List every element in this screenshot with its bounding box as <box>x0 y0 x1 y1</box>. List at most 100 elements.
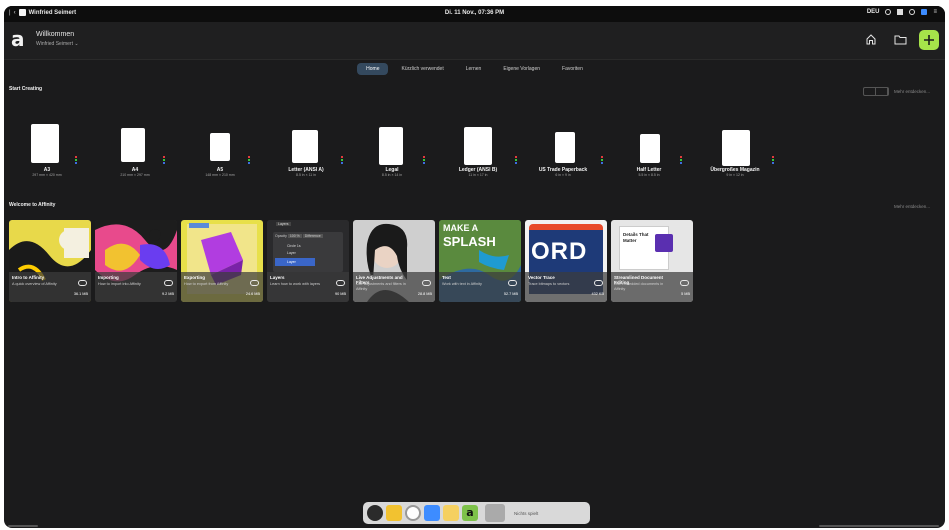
template-list: A3 297 mm × 420 mm A4 210 mm × 297 mm A5… <box>4 118 945 188</box>
tutorial-title: Exporting <box>184 275 205 280</box>
open-folder-button[interactable] <box>893 32 907 46</box>
color-dots <box>248 156 250 165</box>
blend-mode: Difference <box>302 234 323 238</box>
jersey-lettering: ORD <box>531 238 588 265</box>
affinity-logo: a <box>11 27 25 51</box>
template-size: 210 mm × 297 mm <box>120 173 150 177</box>
tab-home[interactable]: Home <box>357 62 389 75</box>
more-templates-link[interactable]: Mehr entdecken... <box>894 89 930 94</box>
opacity-value: 100 % <box>287 234 302 238</box>
document-image <box>655 234 673 252</box>
dock: a Nichts spielt <box>363 502 590 524</box>
template-size: 9 in × 12 in <box>726 173 744 177</box>
now-playing-label[interactable]: Nichts spielt <box>514 511 538 516</box>
template-card-letter[interactable]: Letter (ANSI A) 8.5 in × 11 in <box>263 118 349 188</box>
paper-thumbnail <box>31 124 59 163</box>
template-card-half-letter[interactable]: Half Letter 5.5 in × 8.5 in <box>606 118 692 188</box>
clock-icon[interactable] <box>405 505 421 521</box>
tab-favorites[interactable]: Favoriten <box>553 63 592 75</box>
app-window: | ‹ Winfried Seimert Di. 11 Nov., 07:36 … <box>4 6 945 528</box>
plus-icon <box>924 35 934 45</box>
tutorial-size: 9.2 MB <box>161 292 174 296</box>
tutorial-size: 28.8 MB <box>417 292 432 296</box>
more-tutorials-link[interactable]: Mehr entdecken... <box>894 204 930 209</box>
cloud-download-icon[interactable] <box>250 280 259 286</box>
tutorial-card-intro[interactable]: Intro to Affinity A quick overview of Af… <box>9 220 91 302</box>
template-card-us-trade-paperback[interactable]: US Trade Paperback 6 in × 9 in <box>520 118 606 188</box>
list-view-icon[interactable] <box>876 88 888 95</box>
color-dots <box>75 156 77 165</box>
tutorial-card-vector-trace[interactable]: ORD Vector Trace Trace bitmaps to vector… <box>525 220 607 302</box>
template-card-oversized-magazine[interactable]: Übergroßes Magazin 9 in × 12 in <box>692 118 778 188</box>
template-card-a5[interactable]: A5 148 mm × 210 mm <box>177 118 263 188</box>
tutorial-card-importing[interactable]: Importing How to import into Affinity 9.… <box>95 220 177 302</box>
template-card-ledger[interactable]: Ledger (ANSI B) 11 in × 17 in <box>435 118 521 188</box>
cloud-download-icon[interactable] <box>594 280 603 286</box>
grid-view-icon[interactable] <box>864 88 876 95</box>
paper-thumbnail <box>640 134 660 163</box>
color-dots <box>341 156 343 165</box>
template-size: 5.5 in × 8.5 in <box>638 173 660 177</box>
paper-thumbnail <box>292 130 318 163</box>
home-button[interactable] <box>864 32 878 46</box>
tutorial-size: 52.7 MB <box>503 292 518 296</box>
color-dots <box>423 156 425 165</box>
folder-icon <box>894 35 906 44</box>
template-size: 11 in × 17 in <box>468 173 488 177</box>
affinity-dock-icon[interactable]: a <box>462 505 478 521</box>
cloud-download-icon[interactable] <box>508 280 517 286</box>
splash-line-1: MAKE A <box>443 223 479 233</box>
tutorial-card-exporting[interactable]: Exporting How to export from Affinity 24… <box>181 220 263 302</box>
cloud-download-icon[interactable] <box>78 280 87 286</box>
tutorial-card-layers[interactable]: Layers Opacity 100 % Difference Circle 1… <box>267 220 349 302</box>
paper-thumbnail <box>210 133 230 161</box>
layers-panel-tag: Layers <box>276 222 291 226</box>
finder-icon[interactable] <box>424 505 440 521</box>
view-mode-toggle[interactable] <box>863 87 889 96</box>
tutorial-description: Work with text in Affinity <box>442 282 482 286</box>
language-indicator[interactable]: DEU <box>867 9 880 15</box>
tab-learn[interactable]: Lernen <box>457 63 491 75</box>
gallery-icon[interactable] <box>443 505 459 521</box>
template-card-a4[interactable]: A4 210 mm × 297 mm <box>92 118 178 188</box>
tutorial-card-text[interactable]: MAKE A SPLASH Text Work with text in Aff… <box>439 220 521 302</box>
cloud-download-icon[interactable] <box>422 280 431 286</box>
template-card-legal[interactable]: Legal 8.5 in × 14 in <box>349 118 435 188</box>
paper-thumbnail <box>121 128 145 162</box>
tab-own-templates[interactable]: Eigene Vorlagen <box>494 63 549 75</box>
cloud-download-icon[interactable] <box>164 280 173 286</box>
tutorial-title: Layers <box>270 275 285 280</box>
bottom-scrollbar[interactable] <box>4 524 945 527</box>
splash-line-2: SPLASH <box>443 234 496 249</box>
layer-row-1: Circle 1s <box>287 244 301 248</box>
notes-icon[interactable] <box>386 505 402 521</box>
cloud-download-icon[interactable] <box>680 280 689 286</box>
opacity-label: Opacity <box>275 234 287 238</box>
paper-thumbnail <box>464 127 492 165</box>
color-dots <box>515 156 517 165</box>
settings-icon[interactable]: ≡ <box>933 9 937 15</box>
cloud-download-icon[interactable] <box>336 280 345 286</box>
volume-icon[interactable] <box>909 9 916 15</box>
document-heading: Details That Matter <box>623 232 649 243</box>
template-size: 297 mm × 420 mm <box>32 173 62 177</box>
user-account-menu[interactable]: Winfried Seimert ⌄ <box>36 41 79 47</box>
tutorial-card-live-adjustments[interactable]: Live Adjustments and Filters Use adjustm… <box>353 220 435 302</box>
template-card-a3[interactable]: A3 297 mm × 420 mm <box>4 118 90 188</box>
battery-icon[interactable] <box>897 9 904 15</box>
browser-icon[interactable] <box>367 505 383 521</box>
new-document-button[interactable] <box>919 30 939 50</box>
tutorial-description: How to export from Affinity <box>184 282 229 286</box>
tutorial-title: Text <box>442 275 451 280</box>
welcome-section-title: Welcome to Affinity <box>9 202 56 208</box>
notification-icon[interactable] <box>921 9 928 15</box>
tab-recent[interactable]: Kürzlich verwendet <box>392 63 452 75</box>
opacity-row: Opacity 100 % Difference <box>275 234 323 238</box>
tutorial-card-document-editing[interactable]: Details That Matter Streamlined Document… <box>611 220 693 302</box>
template-size: 6 in × 9 in <box>555 173 571 177</box>
layers-panel: Opacity 100 % Difference Circle 1s Layer… <box>273 232 343 272</box>
home-icon <box>866 34 876 45</box>
tutorial-title: Importing <box>98 275 119 280</box>
wifi-icon[interactable] <box>885 9 892 15</box>
scroll-track-left <box>8 525 38 527</box>
